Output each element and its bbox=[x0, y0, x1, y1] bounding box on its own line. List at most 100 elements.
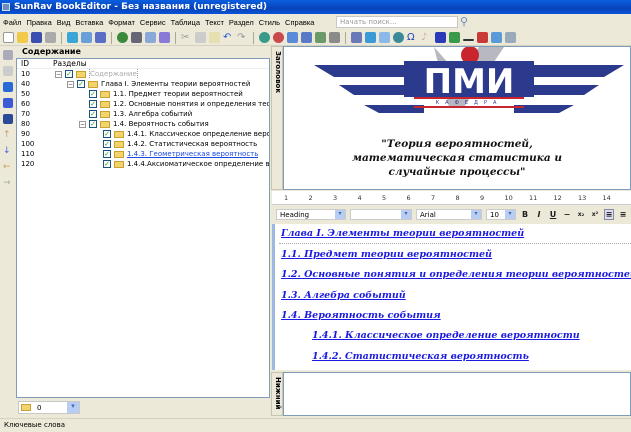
print-icon[interactable] bbox=[45, 32, 56, 43]
chevron-down-icon[interactable]: ▾ bbox=[401, 210, 411, 219]
tree-row[interactable]: 40 − ✓ Глава I. Элементы теории вероятно… bbox=[17, 79, 269, 89]
checkbox[interactable]: ✓ bbox=[103, 150, 111, 158]
size-select[interactable]: 10 ▾ bbox=[486, 209, 516, 220]
chevron-down-icon[interactable]: ▾ bbox=[471, 210, 481, 219]
find-icon[interactable] bbox=[287, 32, 298, 43]
checkbox[interactable]: ✓ bbox=[89, 90, 97, 98]
music-icon[interactable]: ♪ bbox=[421, 32, 432, 43]
hyperlink-icon[interactable] bbox=[393, 32, 404, 43]
toc-link[interactable]: 1.4.2. Статистическая вероятность bbox=[312, 351, 529, 362]
tree-row[interactable]: 120 ✓ 1.4.4.Аксиоматическое определение … bbox=[17, 159, 269, 169]
collapse-icon[interactable]: − bbox=[67, 80, 74, 88]
underline-button[interactable]: U bbox=[548, 210, 558, 219]
tree-row[interactable]: 70 ✓ 1.3. Алгебра событий bbox=[17, 109, 269, 119]
object-icon[interactable] bbox=[365, 32, 376, 43]
table-icon[interactable] bbox=[379, 32, 390, 43]
toc-link[interactable]: 1.4.1. Классическое определение вероятно… bbox=[312, 330, 580, 341]
frame-icon[interactable] bbox=[505, 32, 516, 43]
menu-file[interactable]: Файл bbox=[3, 18, 21, 27]
tree-row[interactable]: 110 ✓ 1.4.3. Геометрическая вероятность bbox=[17, 149, 269, 159]
tree-row[interactable]: 90 ✓ 1.4.1. Классическое определение вер… bbox=[17, 129, 269, 139]
style-select[interactable]: Heading ▾ bbox=[276, 209, 346, 220]
compile-icon[interactable] bbox=[95, 32, 106, 43]
run-icon[interactable] bbox=[117, 32, 128, 43]
collapse-icon[interactable]: − bbox=[79, 120, 86, 128]
bold-button[interactable]: B bbox=[520, 210, 530, 219]
tree-row[interactable]: 10 − ✓ Содержание bbox=[17, 69, 269, 79]
col-id[interactable]: ID bbox=[17, 59, 53, 68]
col-sections[interactable]: Разделы bbox=[53, 59, 87, 68]
page-icon[interactable] bbox=[145, 32, 156, 43]
add-page-icon[interactable] bbox=[3, 50, 13, 60]
menu-section[interactable]: Раздел bbox=[229, 18, 254, 27]
undo-icon[interactable]: ↶ bbox=[223, 32, 234, 43]
tab-header[interactable]: Заголовок bbox=[271, 46, 283, 190]
align-center-icon[interactable]: ≡ bbox=[618, 210, 628, 219]
menu-insert[interactable]: Вставка bbox=[75, 18, 103, 27]
menu-style[interactable]: Стиль bbox=[259, 18, 280, 27]
chevron-down-icon[interactable]: ▾ bbox=[505, 210, 515, 219]
checkbox[interactable]: ✓ bbox=[65, 70, 73, 78]
link-icon[interactable] bbox=[259, 32, 270, 43]
toc-link[interactable]: 1.4. Вероятность события bbox=[281, 310, 441, 321]
menu-view[interactable]: Вид bbox=[57, 18, 71, 27]
add-child-icon[interactable] bbox=[3, 82, 13, 92]
menu-service[interactable]: Сервис bbox=[140, 18, 166, 27]
book-icon[interactable] bbox=[131, 32, 142, 43]
flash-icon[interactable] bbox=[449, 32, 460, 43]
italic-button[interactable]: I bbox=[534, 210, 544, 219]
move-down-icon[interactable]: ↓ bbox=[3, 146, 13, 156]
font-select[interactable]: Arial ▾ bbox=[416, 209, 482, 220]
superscript-icon[interactable]: x² bbox=[590, 211, 600, 218]
chevron-down-icon[interactable]: ▾ bbox=[335, 210, 345, 219]
ruler[interactable]: 1 2 3 4 5 6 7 8 9 10 11 12 13 14 bbox=[272, 191, 631, 205]
film-icon[interactable] bbox=[435, 32, 446, 43]
redo-icon[interactable]: ↷ bbox=[237, 32, 248, 43]
zoom-in-icon[interactable] bbox=[315, 32, 326, 43]
subscript-icon[interactable]: x₂ bbox=[576, 211, 586, 218]
move-right-icon[interactable]: → bbox=[3, 178, 13, 188]
menu-text[interactable]: Текст bbox=[205, 18, 224, 27]
tree-row[interactable]: 100 ✓ 1.4.2. Статистическая вероятность bbox=[17, 139, 269, 149]
chevron-down-icon[interactable]: ▾ bbox=[67, 402, 79, 413]
checkbox[interactable]: ✓ bbox=[77, 80, 85, 88]
checkbox[interactable]: ✓ bbox=[89, 110, 97, 118]
footer-area[interactable] bbox=[283, 372, 631, 416]
checkbox[interactable]: ✓ bbox=[103, 140, 111, 148]
strikethrough-icon[interactable]: − bbox=[562, 210, 572, 219]
search-icon[interactable]: ⚲ bbox=[460, 15, 474, 29]
checkbox[interactable]: ✓ bbox=[103, 130, 111, 138]
toc-link[interactable]: Глава I. Элементы теории вероятностей bbox=[281, 228, 524, 239]
zoom-out-icon[interactable] bbox=[329, 32, 340, 43]
hr-icon[interactable] bbox=[463, 38, 474, 41]
toc-link[interactable]: 1.1. Предмет теории вероятностей bbox=[281, 249, 492, 260]
open-icon[interactable] bbox=[17, 32, 28, 43]
menu-format[interactable]: Формат bbox=[108, 18, 135, 27]
symbol-icon[interactable]: Ω bbox=[407, 32, 418, 43]
checkbox[interactable]: ✓ bbox=[89, 100, 97, 108]
checkbox[interactable]: ✓ bbox=[89, 120, 97, 128]
copy-icon[interactable] bbox=[195, 32, 206, 43]
level-combo[interactable]: 0 ▾ bbox=[18, 401, 80, 414]
move-up-icon[interactable]: ↑ bbox=[3, 130, 13, 140]
delete-icon[interactable] bbox=[3, 66, 13, 76]
paste-icon[interactable] bbox=[209, 32, 220, 43]
toc-link[interactable]: 1.3. Алгебра событий bbox=[281, 290, 406, 301]
checkbox[interactable]: ✓ bbox=[103, 160, 111, 168]
align-left-icon[interactable]: ≡ bbox=[604, 209, 614, 220]
move-left-icon[interactable]: ← bbox=[3, 162, 13, 172]
export-icon[interactable] bbox=[67, 32, 78, 43]
properties-icon[interactable] bbox=[3, 114, 13, 124]
tab-footer[interactable]: Нижний bbox=[271, 372, 283, 416]
tree-row[interactable]: 50 ✓ 1.1. Предмет теории вероятностей bbox=[17, 89, 269, 99]
unlink-icon[interactable] bbox=[273, 32, 284, 43]
menu-help[interactable]: Справка bbox=[285, 18, 314, 27]
image-icon[interactable] bbox=[351, 32, 362, 43]
add-sibling-icon[interactable] bbox=[3, 98, 13, 108]
page-next-icon[interactable] bbox=[159, 32, 170, 43]
cut-icon[interactable]: ✂ bbox=[181, 32, 192, 43]
new-icon[interactable] bbox=[3, 32, 14, 43]
replace-icon[interactable] bbox=[301, 32, 312, 43]
form-icon[interactable] bbox=[491, 32, 502, 43]
import-icon[interactable] bbox=[81, 32, 92, 43]
